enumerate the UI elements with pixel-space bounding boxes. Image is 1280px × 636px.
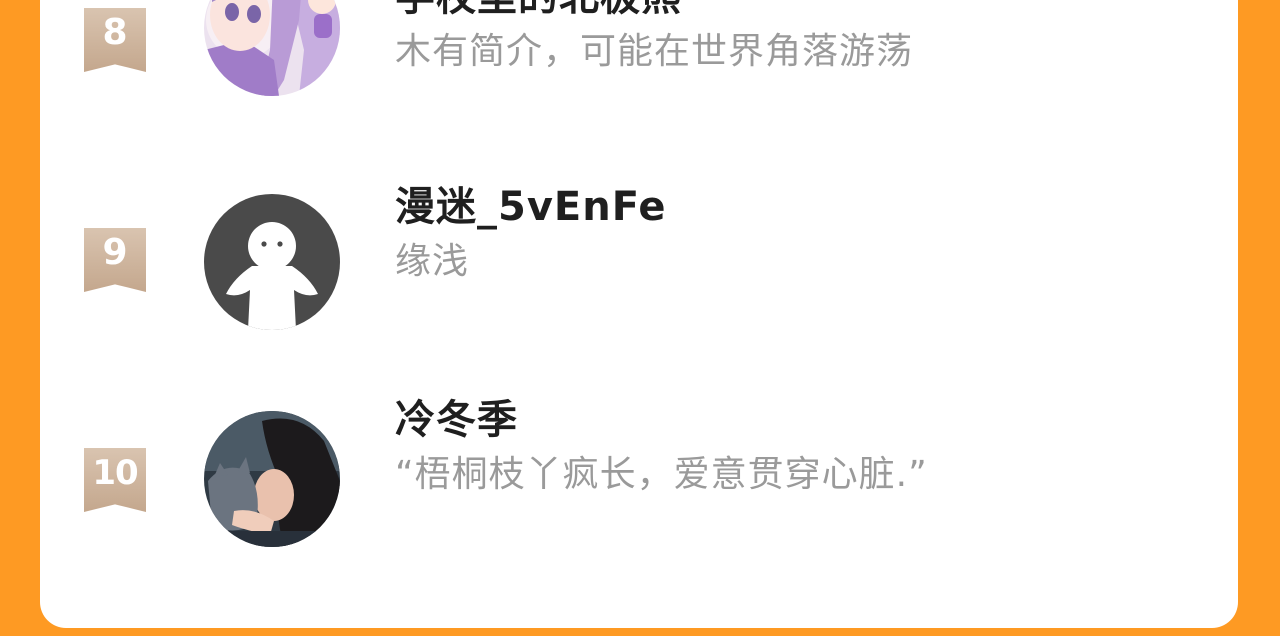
anime-girl-avatar-icon (204, 0, 340, 96)
default-user-avatar-icon (204, 194, 340, 330)
list-item[interactable]: 10 冷冬季 “梧桐枝丫疯长，爱意贯穿心脏.” (40, 397, 1238, 560)
user-bio: 木有简介，可能在世界角落游荡 (395, 31, 914, 72)
ranking-card: 8 学校里的北极熊 木有简介，可能在世界角落游荡 9 (40, 0, 1238, 628)
rank-number: 9 (102, 232, 128, 273)
rank-number: 10 (92, 453, 138, 493)
list-item[interactable]: 8 学校里的北极熊 木有简介，可能在世界角落游荡 (40, 0, 1238, 120)
rank-badge: 10 (84, 448, 146, 512)
user-name[interactable]: 冷冬季 (395, 387, 518, 445)
rank-badge: 8 (84, 8, 146, 72)
list-item[interactable]: 9 漫迷_5vEnFe 缘浅 (40, 184, 1238, 340)
rank-number: 8 (102, 12, 128, 53)
avatar[interactable] (204, 194, 340, 330)
girl-with-cat-avatar-icon (204, 411, 340, 547)
avatar[interactable] (204, 0, 340, 96)
avatar[interactable] (204, 411, 340, 547)
user-bio: 缘浅 (395, 241, 470, 282)
rank-badge: 9 (84, 228, 146, 292)
user-name[interactable]: 漫迷_5vEnFe (395, 174, 667, 232)
user-name[interactable]: 学校里的北极熊 (395, 0, 682, 22)
user-bio: “梧桐枝丫疯长，爱意贯穿心脏.” (395, 454, 928, 495)
